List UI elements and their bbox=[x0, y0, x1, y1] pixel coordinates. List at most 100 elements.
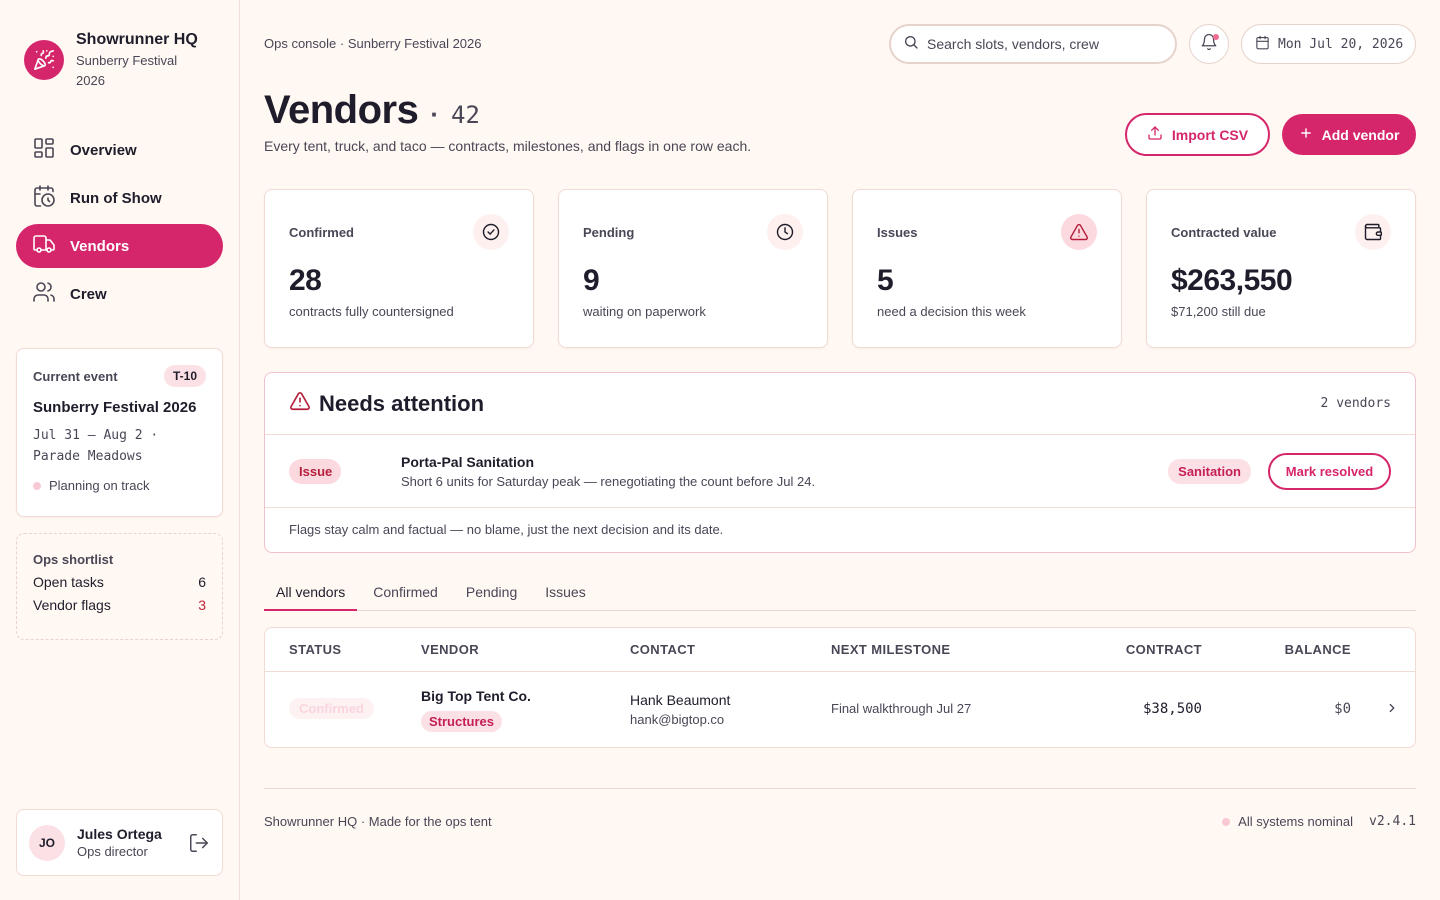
stat-card-contracted-value[interactable]: Contracted value $263,550 $71,200 still … bbox=[1146, 189, 1416, 348]
breadcrumb: Ops console · Sunberry Festival 2026 bbox=[264, 36, 482, 51]
mark-resolved-button[interactable]: Mark resolved bbox=[1268, 452, 1391, 490]
nav-item-run-of-show[interactable]: Run of Show bbox=[16, 176, 223, 220]
clock-icon bbox=[767, 214, 803, 250]
column-header-balance[interactable]: BALANCE bbox=[1285, 642, 1351, 657]
sidebar: Showrunner HQ Sunberry Festival 2026 Ove… bbox=[0, 0, 240, 900]
attention-item: Issue Porta-Pal Sanitation Short 6 units… bbox=[265, 435, 1415, 508]
chevron-right-icon[interactable] bbox=[1385, 701, 1399, 720]
title-separator: · bbox=[430, 99, 440, 129]
column-header-vendor[interactable]: VENDOR bbox=[421, 642, 479, 657]
contact-email[interactable]: hank@bigtop.co bbox=[630, 712, 724, 727]
current-date: Mon Jul 20, 2026 bbox=[1278, 36, 1404, 52]
shortlist-row-vendor-flags[interactable]: Vendor flags 3 bbox=[33, 597, 206, 613]
stat-subtext: need a decision this week bbox=[877, 304, 1026, 319]
vendor-tabs: All vendors Confirmed Pending Issues bbox=[264, 577, 1416, 611]
nav-label-vendors: Vendors bbox=[70, 237, 130, 255]
nav-item-overview[interactable]: Overview bbox=[16, 128, 223, 172]
status-badge: Confirmed bbox=[289, 698, 374, 719]
countdown-badge: T-10 bbox=[163, 365, 206, 387]
nav-label-overview: Overview bbox=[70, 141, 137, 159]
ops-shortlist: Ops shortlist Open tasks 6 Vendor flags … bbox=[16, 533, 223, 640]
shortlist-label: Open tasks bbox=[33, 574, 104, 590]
shortlist-row-open-tasks[interactable]: Open tasks 6 bbox=[33, 574, 206, 590]
users-icon bbox=[32, 280, 56, 308]
shortlist-value: 3 bbox=[198, 597, 206, 613]
category-badge: Sanitation bbox=[1168, 458, 1251, 484]
notification-dot bbox=[1213, 34, 1219, 40]
stat-card-confirmed[interactable]: Confirmed 28 contracts fully countersign… bbox=[264, 189, 534, 348]
party-popper-icon bbox=[24, 40, 64, 80]
vendors-table: STATUS VENDOR CONTACT NEXT MILESTONE CON… bbox=[264, 627, 1416, 748]
system-status: All systems nominal bbox=[1238, 814, 1354, 829]
add-vendor-label: Add vendor bbox=[1321, 126, 1400, 143]
stat-card-pending[interactable]: Pending 9 waiting on paperwork bbox=[558, 189, 828, 348]
shortlist-label: Vendor flags bbox=[33, 597, 111, 613]
current-event-status: Planning on track bbox=[33, 478, 206, 493]
table-header: STATUS VENDOR CONTACT NEXT MILESTONE CON… bbox=[265, 628, 1415, 672]
plus-icon bbox=[1299, 126, 1313, 143]
alert-triangle-icon bbox=[1061, 214, 1097, 250]
stat-value: 9 bbox=[583, 264, 600, 297]
current-event-label: Current event bbox=[33, 368, 118, 384]
logout-icon[interactable] bbox=[188, 832, 210, 854]
tab-confirmed[interactable]: Confirmed bbox=[361, 577, 450, 611]
stat-label: Contracted value bbox=[1171, 224, 1277, 240]
app-version: v2.4.1 bbox=[1369, 814, 1416, 829]
tab-pending[interactable]: Pending bbox=[454, 577, 529, 611]
date-picker[interactable]: Mon Jul 20, 2026 bbox=[1241, 24, 1416, 64]
column-header-milestone[interactable]: NEXT MILESTONE bbox=[831, 642, 950, 657]
nav-item-vendors[interactable]: Vendors bbox=[16, 224, 223, 268]
table-row[interactable]: Confirmed Big Top Tent Co. Structures Ha… bbox=[265, 672, 1415, 748]
import-csv-button[interactable]: Import CSV bbox=[1125, 113, 1270, 156]
page-title-text: Vendors bbox=[264, 88, 419, 132]
column-header-contact[interactable]: CONTACT bbox=[630, 642, 695, 657]
nav-label-run-of-show: Run of Show bbox=[70, 189, 162, 207]
grid-icon bbox=[32, 136, 56, 164]
shortlist-value: 6 bbox=[198, 574, 206, 590]
footer-divider bbox=[264, 788, 1416, 789]
column-header-status[interactable]: STATUS bbox=[289, 642, 341, 657]
contract-amount: $38,500 bbox=[1142, 701, 1202, 717]
user-card: JO Jules Ortega Ops director bbox=[16, 809, 223, 876]
next-milestone: Final walkthrough Jul 27 bbox=[831, 701, 972, 716]
current-event-dates: Jul 31 — Aug 2 · bbox=[33, 428, 159, 443]
app-name: Showrunner HQ bbox=[76, 31, 198, 48]
import-csv-label: Import CSV bbox=[1171, 126, 1249, 143]
alert-triangle-icon bbox=[289, 390, 311, 417]
column-header-contract[interactable]: CONTRACT bbox=[1126, 642, 1202, 657]
search-input[interactable] bbox=[927, 36, 1147, 52]
tab-all-vendors[interactable]: All vendors bbox=[264, 577, 358, 611]
wallet-icon bbox=[1355, 214, 1391, 250]
vendor-name[interactable]: Big Top Tent Co. bbox=[421, 688, 531, 704]
current-event-name: Sunberry Festival 2026 bbox=[33, 399, 197, 416]
stat-subtext: waiting on paperwork bbox=[583, 304, 706, 319]
avatar[interactable]: JO bbox=[29, 824, 65, 861]
calendar-clock-icon bbox=[32, 184, 56, 212]
stat-value: 5 bbox=[877, 264, 894, 297]
category-badge: Structures bbox=[421, 711, 503, 732]
attention-vendor-detail: Short 6 units for Saturday peak — renego… bbox=[401, 473, 816, 489]
search-box[interactable] bbox=[889, 24, 1177, 64]
stat-label: Pending bbox=[583, 224, 635, 240]
nav-item-crew[interactable]: Crew bbox=[16, 272, 223, 316]
add-vendor-button[interactable]: Add vendor bbox=[1282, 114, 1416, 155]
needs-attention-panel: Needs attention 2 vendors Issue Porta-Pa… bbox=[264, 372, 1416, 553]
truck-icon bbox=[32, 232, 56, 260]
brand[interactable]: Showrunner HQ Sunberry Festival 2026 bbox=[24, 30, 198, 91]
issue-badge: Issue bbox=[289, 458, 341, 484]
contact-name: Hank Beaumont bbox=[630, 692, 731, 708]
footer-status: All systems nominal v2.4.1 bbox=[1222, 814, 1416, 829]
footer-credit: Showrunner HQ · Made for the ops tent bbox=[264, 814, 492, 829]
current-event-venue: Parade Meadows bbox=[33, 449, 143, 464]
page-description: Every tent, truck, and taco — contracts,… bbox=[264, 138, 752, 154]
status-dot-icon bbox=[33, 481, 41, 490]
user-role: Ops director bbox=[77, 844, 148, 859]
stat-value: 28 bbox=[289, 264, 322, 297]
stat-subtext: $71,200 still due bbox=[1171, 304, 1266, 319]
tab-issues[interactable]: Issues bbox=[533, 577, 597, 611]
attention-vendor-name[interactable]: Porta-Pal Sanitation bbox=[401, 454, 815, 470]
stat-card-issues[interactable]: Issues 5 need a decision this week bbox=[852, 189, 1122, 348]
notifications-button[interactable] bbox=[1189, 24, 1229, 64]
ops-shortlist-title: Ops shortlist bbox=[33, 552, 114, 567]
upload-icon bbox=[1147, 125, 1163, 144]
